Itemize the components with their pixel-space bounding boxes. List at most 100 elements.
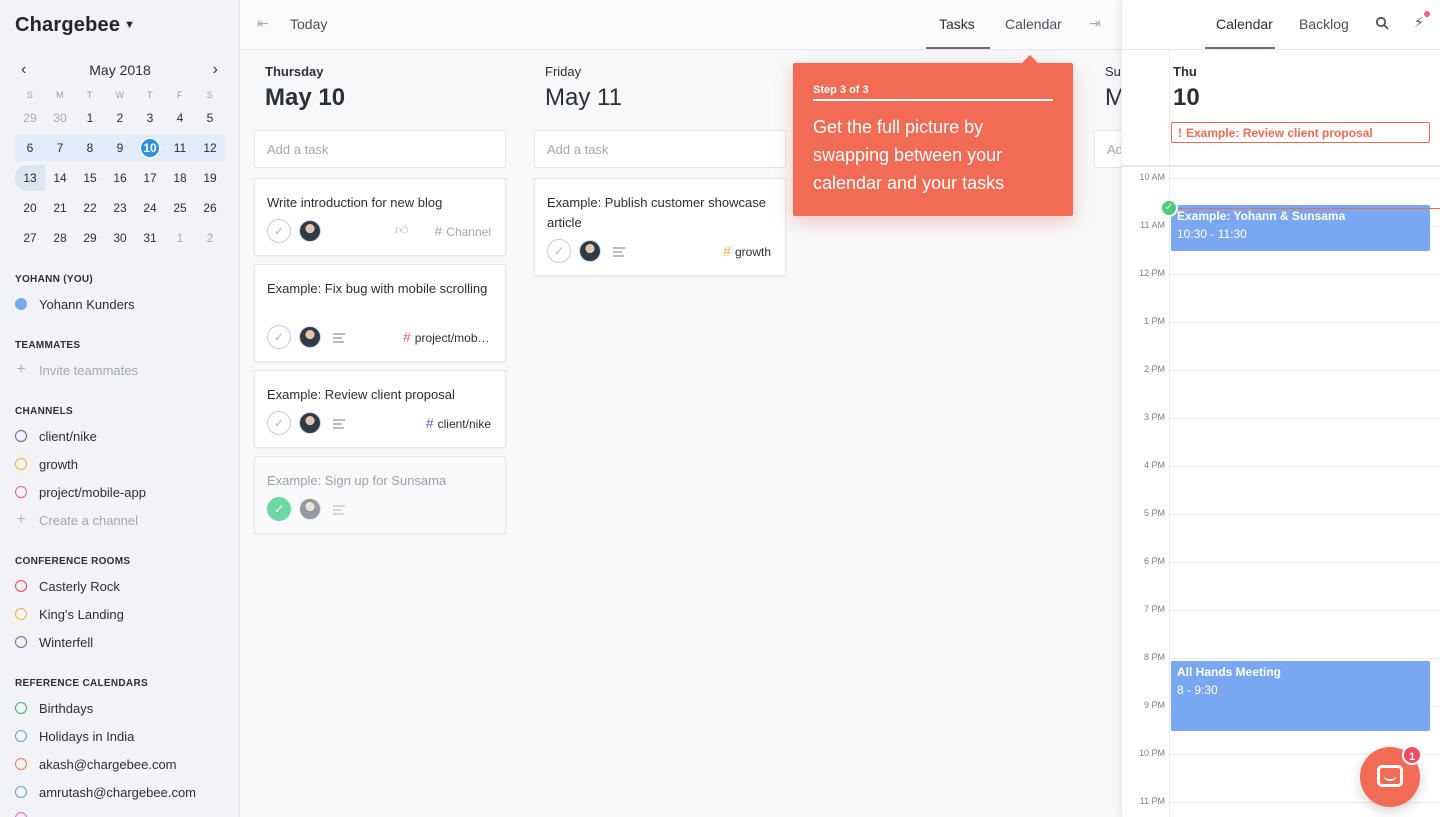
calendar-day[interactable]: 4 [165,105,195,131]
calendar-day[interactable]: 22 [75,195,105,221]
calendar-day[interactable]: 9 [105,135,135,161]
task-title: Example: Publish customer showcase artic… [547,195,766,230]
complete-check-icon[interactable]: ✓ [267,219,291,243]
calendar-event[interactable]: All Hands Meeting 8 - 9:30 [1171,661,1430,731]
completed-check-icon[interactable]: ✓ [267,497,291,521]
hour-row[interactable]: 12 PM [1122,268,1440,322]
hour-row[interactable]: 5 PM [1122,508,1440,562]
complete-check-icon[interactable]: ✓ [267,411,291,435]
calendar-day[interactable]: 30 [45,105,75,131]
next-month-icon[interactable]: › [213,61,218,79]
calendar-day[interactable]: 27 [15,225,45,251]
complete-check-icon[interactable]: ✓ [547,239,571,263]
workspace-switcher[interactable]: Chargebee ▼ [15,14,135,37]
add-task-input[interactable]: Add a task [534,130,786,168]
search-icon[interactable] [1375,16,1389,30]
calendar-day[interactable]: 31 [135,225,165,251]
calendar-day[interactable]: 23 [105,195,135,221]
calendar-event[interactable]: Example: Yohann & Sunsama 10:30 - 11:30 [1171,205,1430,251]
sidebar-item-room-kings-landing[interactable]: King's Landing [15,604,124,624]
calendar-day[interactable]: 15 [75,165,105,191]
task-title: Example: Fix bug with mobile scrolling [267,281,488,296]
sidebar-item-channel-growth[interactable]: growth [15,454,78,474]
add-task-input[interactable]: Ad [1094,130,1121,168]
calendar-day[interactable]: 2 [195,225,225,251]
calendar-ring-icon [15,812,27,817]
task-channel[interactable]: # client/nike [426,415,491,431]
hour-row[interactable]: 7 PM [1122,604,1440,658]
sidebar-item-refcal-partial[interactable] [15,808,39,817]
calendar-day[interactable]: 11 [165,135,195,161]
calendar-day[interactable]: 8 [75,135,105,161]
calendar-day[interactable]: 12 [195,135,225,161]
calendar-day[interactable]: 20 [15,195,45,221]
calendar-day[interactable]: 13 [15,165,45,191]
calendar-day[interactable]: 1 [165,225,195,251]
sidebar-item-room-casterly-rock[interactable]: Casterly Rock [15,576,120,596]
expand-right-icon[interactable]: ⇥ [1089,15,1101,32]
sidebar-item-refcal-holidays[interactable]: Holidays in India [15,726,134,746]
task-channel[interactable]: # growth [723,243,771,259]
create-channel-button[interactable]: + Create a channel [15,510,138,530]
task-card[interactable]: Example: Review client proposal ✓ # clien… [254,370,506,448]
allday-event[interactable]: ! Example: Review client proposal [1171,122,1430,143]
calendar-day[interactable]: 25 [165,195,195,221]
today-button[interactable]: Today [290,16,327,32]
calendar-day-today-number: 10 [139,137,161,159]
collapse-left-icon[interactable]: ⇤ [257,15,269,32]
sidebar-item-you[interactable]: Yohann Kunders [15,294,135,314]
hour-row[interactable]: 1 PM [1122,316,1440,370]
notification-dot [1424,11,1430,17]
calendar-day[interactable]: 16 [105,165,135,191]
calendar-day[interactable]: 1 [75,105,105,131]
task-channel[interactable]: #project/mobile-app [403,329,491,345]
hour-row[interactable]: 3 PM [1122,412,1440,466]
calendar-day[interactable]: 24 [135,195,165,221]
sidebar-item-refcal-amrutash[interactable]: amrutash@chargebee.com [15,782,196,802]
calendar-day[interactable]: 26 [195,195,225,221]
calendar-day[interactable]: 2 [105,105,135,131]
task-card[interactable]: Example: Fix bug with mobile scrolling ✓… [254,264,506,362]
hour-row[interactable]: 4 PM [1122,460,1440,514]
mini-calendar-week: 13 14 15 16 17 18 19 [15,165,225,191]
calendar-day[interactable]: 14 [45,165,75,191]
task-card[interactable]: Write introduction for new blog ✓ 👍︎ # Ch… [254,178,506,256]
tab-tasks[interactable]: Tasks [939,16,975,32]
calendar-day[interactable]: 7 [45,135,75,161]
hour-label: 6 PM [1143,556,1165,566]
tab-panel-calendar[interactable]: Calendar [1216,16,1273,32]
task-card[interactable]: Example: Publish customer showcase artic… [534,178,786,276]
calendar-day[interactable]: 18 [165,165,195,191]
tab-panel-backlog[interactable]: Backlog [1299,16,1349,32]
calendar-day[interactable]: 5 [195,105,225,131]
complete-check-icon[interactable]: ✓ [267,325,291,349]
sidebar-item-label: growth [39,456,79,472]
invite-teammates-button[interactable]: + Invite teammates [15,360,138,380]
hour-row[interactable]: 6 PM [1122,556,1440,610]
task-card-completed[interactable]: Example: Sign up for Sunsama ✓ [254,456,506,534]
hour-row[interactable]: 2 PM [1122,364,1440,418]
add-task-input[interactable]: Add a task [254,130,506,168]
sidebar-item-refcal-birthdays[interactable]: Birthdays [15,698,93,718]
task-title: Write introduction for new blog [267,195,443,210]
calendar-day[interactable]: 3 [135,105,165,131]
sidebar-item-channel-client-nike[interactable]: client/nike [15,426,97,446]
calendar-day-today[interactable]: 10 [135,135,165,161]
calendar-day[interactable]: 21 [45,195,75,221]
event-time: 8 - 9:30 [1177,683,1218,697]
task-channel[interactable]: # Channel [435,223,492,239]
sidebar-item-room-winterfell[interactable]: Winterfell [15,632,93,652]
lightning-icon[interactable]: ⚡︎ [1414,14,1424,31]
calendar-day[interactable]: 30 [105,225,135,251]
thumbs-up-icon[interactable]: 👍︎ [395,222,409,238]
calendar-day[interactable]: 29 [15,105,45,131]
calendar-day[interactable]: 19 [195,165,225,191]
calendar-day[interactable]: 17 [135,165,165,191]
tab-calendar[interactable]: Calendar [1005,16,1062,32]
calendar-day[interactable]: 29 [75,225,105,251]
sidebar-item-channel-mobile-app[interactable]: project/mobile-app [15,482,146,502]
hour-label: 7 PM [1143,604,1165,614]
calendar-day[interactable]: 28 [45,225,75,251]
sidebar-item-refcal-akash[interactable]: akash@chargebee.com [15,754,177,774]
calendar-day[interactable]: 6 [15,135,45,161]
